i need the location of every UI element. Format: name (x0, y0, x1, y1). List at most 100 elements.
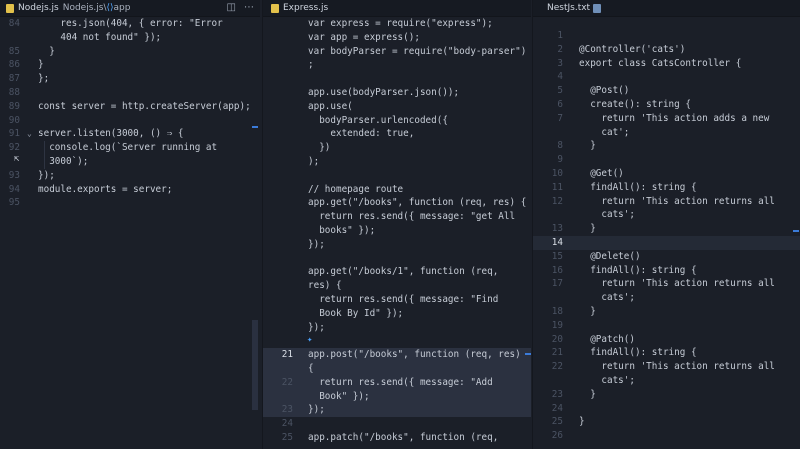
code-line[interactable]: 7 return 'This action adds a new (533, 112, 800, 126)
code-line[interactable] (263, 169, 531, 183)
lightbulb-icon[interactable]: ✦ (307, 335, 312, 345)
code-line[interactable]: cats'; (533, 208, 800, 222)
code-line[interactable]: 25} (533, 415, 800, 429)
tab-nodejs[interactable]: Nodejs.js Nodejs.js\⟨⟩app (6, 3, 131, 13)
code-line[interactable]: 13 } (533, 222, 800, 236)
code-line[interactable]: 84 res.json(404, { error: "Error (0, 17, 260, 31)
code-line[interactable]: }); (263, 238, 531, 252)
code-line[interactable]: 24 (533, 402, 800, 416)
code-line[interactable]: Book By Id" }); (263, 307, 531, 321)
code-line[interactable]: 93}); (0, 169, 260, 183)
code-line[interactable]: 15 @Delete() (533, 250, 800, 264)
code-line[interactable]: 21 app.post("/books", function (req, res) (263, 348, 531, 363)
code-line[interactable]: 9 (533, 153, 800, 167)
code-text: ); (308, 156, 320, 167)
tab-nestjs[interactable]: NestJs.txt (547, 3, 601, 13)
code-line[interactable]: app.use( (263, 100, 531, 114)
code-line[interactable] (263, 334, 531, 348)
tab-express[interactable]: Express.js (271, 3, 328, 13)
code-line[interactable]: 26 (533, 429, 800, 443)
code-area[interactable]: 84 res.json(404, { error: "Error 404 not… (0, 17, 260, 449)
code-line[interactable]: ); (263, 155, 531, 169)
code-line[interactable]: 18 } (533, 305, 800, 319)
code-line[interactable]: var express = require("express"); (263, 17, 531, 31)
code-line[interactable] (263, 72, 531, 86)
code-text: return 'This action adds a new (579, 112, 770, 124)
code-line[interactable]: return res.send({ message: "Find (263, 293, 531, 307)
code-line[interactable] (263, 252, 531, 266)
line-number: 93 (8, 169, 20, 181)
code-line[interactable]: 23}); (263, 403, 531, 418)
code-line[interactable]: 24 (263, 417, 531, 431)
code-line[interactable]: 3 export class CatsController { (533, 57, 800, 71)
code-line[interactable]: 1 (533, 29, 800, 43)
code-line[interactable]: 25 app.patch("/books", function (req, (263, 431, 531, 445)
code-line[interactable]: 2 @Controller('cats') (533, 43, 800, 57)
code-line[interactable]: 22 return 'This action returns all (533, 360, 800, 374)
code-line[interactable]: 8 } (533, 139, 800, 153)
scrollbar[interactable] (525, 18, 531, 448)
code-line[interactable]: app.get("/books/1", function (req, (263, 265, 531, 279)
code-line[interactable]: // homepage route (263, 183, 531, 197)
code-line[interactable]: 85 } (0, 45, 260, 59)
code-line[interactable]: 4 (533, 70, 800, 84)
code-line[interactable]: ; (263, 58, 531, 72)
line-number: 7 (557, 112, 563, 124)
code-area[interactable]: var express = require("express"); var app… (263, 17, 531, 449)
code-line[interactable]: app.use(bodyParser.json()); (263, 86, 531, 100)
code-line[interactable]: 3000`); (0, 155, 260, 169)
code-line[interactable]: cats'; (533, 291, 800, 305)
code-line[interactable]: 17 return 'This action returns all (533, 277, 800, 291)
code-line[interactable]: 404 not found" }); (0, 31, 260, 45)
code-line[interactable]: 22 return res.send({ message: "Add (263, 375, 531, 390)
line-number: 23 (281, 404, 293, 416)
code-line[interactable]: var app = express(); (263, 31, 531, 45)
fold-chevron-icon[interactable]: ⌄ (27, 129, 32, 138)
code-line[interactable]: var bodyParser = require("body-parser") (263, 45, 531, 59)
code-line[interactable]: cats'; (533, 374, 800, 388)
code-line[interactable]: 14 (533, 236, 800, 250)
code-line[interactable]: 88 (0, 86, 260, 100)
code-line[interactable]: { (263, 362, 531, 376)
code-line[interactable]: app.get("/books", function (req, res) { (263, 196, 531, 210)
line-number: 18 (551, 306, 563, 317)
code-line[interactable]: 86} (0, 58, 260, 72)
code-line[interactable]: 16 findAll(): string { (533, 264, 800, 278)
split-editor-icon[interactable]: ◫ (227, 2, 236, 13)
code-line[interactable]: 92 console.log(`Server running at (0, 141, 260, 155)
code-line[interactable]: bodyParser.urlencoded({ (263, 114, 531, 128)
line-number: 17 (551, 278, 563, 290)
code-text: findAll(): string { (579, 181, 697, 193)
scrollbar-thumb[interactable] (252, 320, 258, 410)
code-line[interactable]: }); (263, 321, 531, 335)
code-line[interactable]: 91 server.listen(3000, () ⇒ { (0, 127, 260, 141)
line-number: 20 (551, 333, 563, 345)
code-line[interactable]: 5 @Post() (533, 84, 800, 98)
code-line[interactable]: 19 (533, 319, 800, 333)
code-line[interactable]: extended: true, (263, 127, 531, 141)
code-line[interactable]: return res.send({ message: "get All (263, 210, 531, 224)
code-line[interactable]: 90 (0, 114, 260, 128)
code-line[interactable]: 21 findAll(): string { (533, 346, 800, 360)
code-line[interactable]: cat'; (533, 126, 800, 140)
code-line[interactable]: 20 @Patch() (533, 333, 800, 347)
code-text: return 'This action returns all (579, 278, 775, 290)
code-line[interactable]: }) (263, 141, 531, 155)
code-line[interactable]: 89 const server = http.createServer(app); (0, 100, 260, 114)
code-line[interactable]: 10 @Get() (533, 167, 800, 181)
code-line[interactable]: 23 } (533, 388, 800, 402)
code-line[interactable]: 95 (0, 196, 260, 210)
more-icon[interactable]: ⋯ (244, 2, 254, 13)
code-line[interactable]: Book" }); (263, 389, 531, 404)
code-line[interactable]: 87}; (0, 72, 260, 86)
code-area[interactable]: 1 2 @Controller('cats') 3 export class CatsC… (533, 17, 800, 449)
code-line[interactable]: books" }); (263, 224, 531, 238)
code-line[interactable]: 94 module.exports = server; (0, 183, 260, 197)
code-line[interactable]: 11 findAll(): string { (533, 181, 800, 195)
line-number: 24 (281, 418, 293, 430)
breadcrumb[interactable]: Nodejs.js\⟨⟩app (63, 3, 131, 13)
line-number: 91 (8, 128, 20, 140)
code-line[interactable]: res) { (263, 279, 531, 293)
code-line[interactable]: 6 create(): string { (533, 98, 800, 112)
code-line[interactable]: 12 return 'This action returns all (533, 195, 800, 209)
